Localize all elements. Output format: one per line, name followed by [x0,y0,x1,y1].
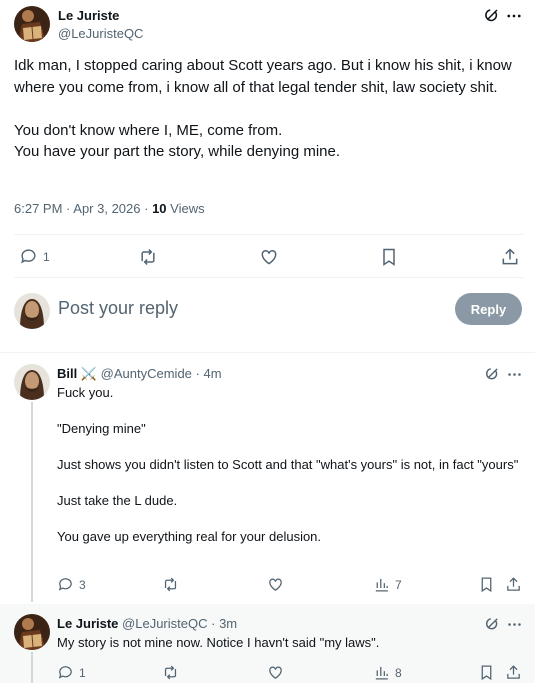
author-name[interactable]: Le Juriste [58,8,119,23]
bookmark-icon [379,247,399,267]
bookmark-button[interactable] [478,664,495,681]
reply-avatar[interactable] [14,364,50,400]
like-icon [259,247,279,267]
views-button[interactable]: 8 [373,664,402,681]
thread-line [31,402,33,602]
retweet-icon [162,576,179,593]
reply-icon [57,664,74,681]
share-button[interactable] [499,246,521,268]
grok-icon[interactable] [481,6,501,26]
reply-button[interactable]: 1 [19,247,50,266]
divider [0,352,535,353]
views-count: 7 [395,577,402,592]
reply-button[interactable]: 3 [57,576,86,593]
share-icon [505,664,522,681]
share-button[interactable] [505,576,522,593]
like-button[interactable] [258,246,280,268]
reply-icon [57,576,74,593]
reply-age[interactable]: 4m [204,366,222,381]
retweet-button[interactable] [162,664,179,681]
bookmark-button[interactable] [478,576,495,593]
tweet-meta: 6:27 PM · Apr 3, 2026 · 10 Views [14,201,205,216]
divider [14,277,523,278]
reply-header: Le Juriste @LeJuristeQC · 3m [57,616,238,631]
reply-button[interactable]: 1 [57,664,86,681]
badge-icon: ⚔️ [80,366,98,381]
views-count: 8 [395,665,402,680]
views-icon [373,664,390,681]
reply-icon [19,247,38,266]
reply-text: Fuck you. "Denying mine" Just shows you … [57,385,519,544]
reply-count: 3 [79,577,86,592]
bookmark-button[interactable] [378,246,400,268]
like-button[interactable] [267,576,284,593]
my-avatar[interactable] [14,293,50,329]
reply-header: Bill ⚔️ @AuntyCemide · 4m [57,366,222,381]
reply-count: 1 [79,665,86,680]
like-button[interactable] [267,664,284,681]
reply-text: My story is not mine now. Notice I havn'… [57,635,380,650]
view-count: 10 [152,201,167,216]
reply-author-name[interactable]: Bill [57,366,77,381]
more-icon[interactable] [504,6,524,26]
bookmark-icon [478,664,495,681]
tweet-date[interactable]: Apr 3, 2026 [73,201,140,216]
reply-avatar[interactable] [14,614,50,650]
retweet-button[interactable] [137,246,159,268]
reply-author-handle[interactable]: @AuntyCemide [101,366,192,381]
views-button[interactable]: 7 [373,576,402,593]
tweet-time[interactable]: 6:27 PM [14,201,62,216]
divider [14,234,523,235]
tweet-text: Idk man, I stopped caring about Scott ye… [14,57,512,160]
thread-line [31,652,33,683]
reply-count: 1 [43,249,50,264]
reply-author-name[interactable]: Le Juriste [57,616,118,631]
author-avatar[interactable] [14,6,50,42]
share-icon [500,247,520,267]
views-icon [373,576,390,593]
share-icon [505,576,522,593]
retweet-icon [162,664,179,681]
retweet-icon [138,247,158,267]
share-button[interactable] [505,664,522,681]
grok-icon[interactable] [481,364,501,384]
retweet-button[interactable] [162,576,179,593]
author-handle[interactable]: @LeJuristeQC [58,26,143,41]
grok-icon[interactable] [481,614,501,634]
submit-reply-button[interactable]: Reply [455,293,522,325]
reply-age[interactable]: 3m [219,616,237,631]
more-icon[interactable] [504,364,524,384]
more-icon[interactable] [504,614,524,634]
reply-input[interactable]: Post your reply [58,298,178,319]
like-icon [267,664,284,681]
reply-author-handle[interactable]: @LeJuristeQC [122,616,207,631]
views-label: Views [170,201,205,216]
bookmark-icon [478,576,495,593]
like-icon [267,576,284,593]
